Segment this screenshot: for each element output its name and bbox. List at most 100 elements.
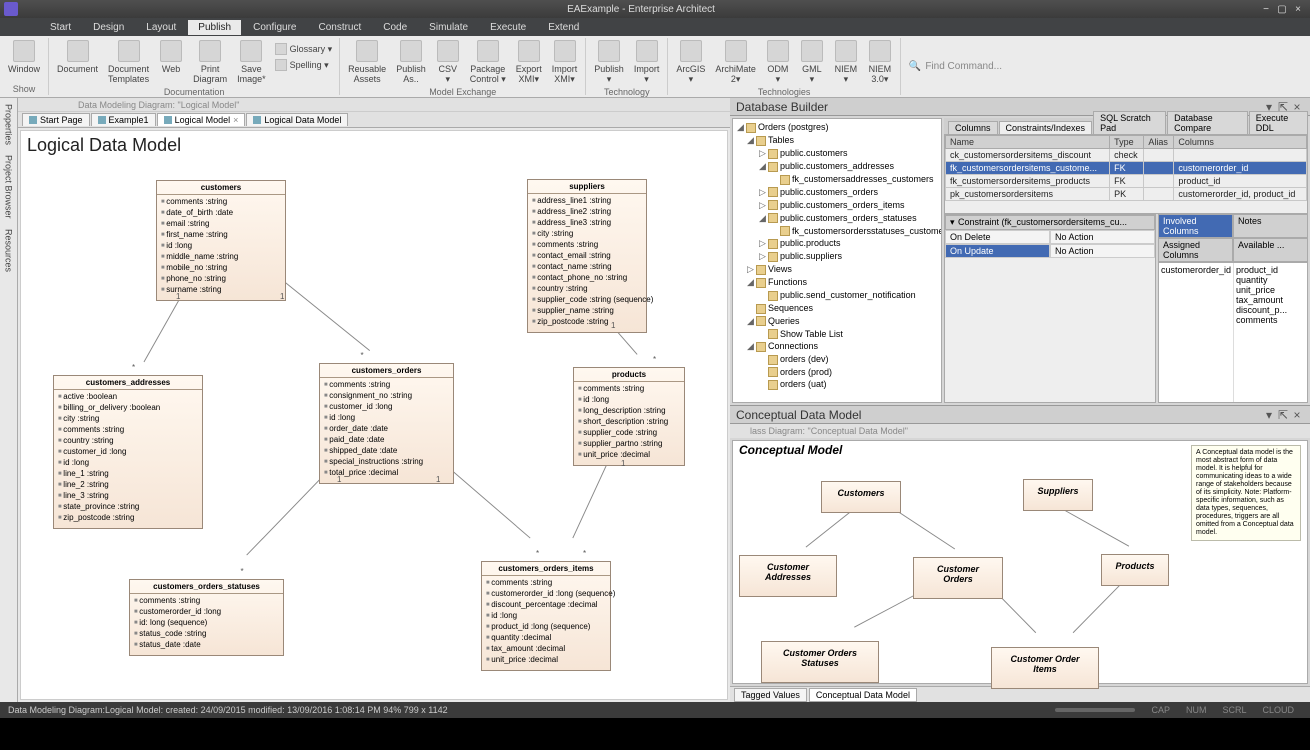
entity-suppliers[interactable]: suppliersaddress_line1 :stringaddress_li… xyxy=(527,179,647,333)
menu-configure[interactable]: Configure xyxy=(243,20,306,35)
ribbon-publishas[interactable]: Publish As.. xyxy=(392,38,430,86)
tree-item[interactable]: ◢public.customers_orders_statuses xyxy=(733,212,941,225)
grid-row[interactable]: pk_customersordersitemsPKcustomerorder_i… xyxy=(946,188,1307,201)
tree-item[interactable]: ▷public.suppliers xyxy=(733,250,941,263)
app-menu-icon[interactable] xyxy=(4,2,18,16)
ribbon-tpublish[interactable]: Publish ▾ xyxy=(590,38,628,86)
panel-close-icon[interactable]: × xyxy=(1290,408,1304,422)
entity-cos[interactable]: customers_orders_statusescomments :strin… xyxy=(129,579,284,656)
ribbon-web[interactable]: Web xyxy=(155,38,187,76)
grid-row[interactable]: fk_customersordersitems_productsFKproduc… xyxy=(946,175,1307,188)
available-columns-list[interactable]: product_idquantityunit_pricetax_amountdi… xyxy=(1234,263,1307,402)
tree-item[interactable]: ▷Views xyxy=(733,263,941,276)
db-tree[interactable]: ◢Orders (postgres)◢Tables▷public.custome… xyxy=(732,118,942,403)
entity-products[interactable]: productscomments :stringid :longlong_des… xyxy=(573,367,685,466)
tree-item[interactable]: orders (uat) xyxy=(733,378,941,391)
conceptual-entity-coi[interactable]: Customer Order Items xyxy=(991,647,1099,689)
ribbon-window[interactable]: Window xyxy=(4,38,44,76)
panel-menu-icon[interactable]: ▾ xyxy=(1262,408,1276,422)
menu-construct[interactable]: Construct xyxy=(308,20,371,35)
ribbon-doctemplates[interactable]: Document Templates xyxy=(104,38,153,86)
conceptual-entity-products[interactable]: Products xyxy=(1101,554,1169,586)
sidebar-tab-properties[interactable]: Properties xyxy=(4,102,14,147)
close-button[interactable]: × xyxy=(1290,4,1306,15)
canvas-tab[interactable]: Start Page xyxy=(22,113,90,126)
constraint-properties[interactable]: ▾Constraint (fk_customersordersitems_cu.… xyxy=(944,214,1156,403)
tree-item[interactable]: ◢Tables xyxy=(733,134,941,147)
grid-row[interactable]: ck_customersordersitems_discountcheck xyxy=(946,149,1307,162)
minimize-button[interactable]: − xyxy=(1258,4,1274,15)
conceptual-entity-suppliers[interactable]: Suppliers xyxy=(1023,479,1093,511)
involved-tab[interactable]: Notes xyxy=(1233,214,1308,238)
menu-layout[interactable]: Layout xyxy=(136,20,186,35)
grid-row[interactable]: fk_customersordersitems_custome...FKcust… xyxy=(946,162,1307,175)
canvas-tab[interactable]: Example1 xyxy=(91,113,156,126)
menu-start[interactable]: Start xyxy=(40,20,81,35)
constraint-property-row[interactable]: On DeleteNo Action xyxy=(945,230,1155,244)
canvas-tab[interactable]: Logical Data Model xyxy=(246,113,348,126)
menu-simulate[interactable]: Simulate xyxy=(419,20,478,35)
ribbon-pkgctrl[interactable]: Package Control ▾ xyxy=(466,38,510,86)
tree-item[interactable]: ◢Queries xyxy=(733,315,941,328)
ribbon-spelling[interactable]: Spelling ▾ xyxy=(272,58,336,72)
conceptual-entity-custorders[interactable]: Customer Orders xyxy=(913,557,1003,599)
ribbon-csv[interactable]: CSV ▾ xyxy=(432,38,464,86)
tree-item[interactable]: ▷public.customers xyxy=(733,147,941,160)
ribbon-glossary[interactable]: Glossary ▾ xyxy=(272,42,336,56)
menu-execute[interactable]: Execute xyxy=(480,20,536,35)
ribbon-niem3[interactable]: NIEM 3.0▾ xyxy=(864,38,896,86)
ribbon-arcgis[interactable]: ArcGIS ▾ xyxy=(672,38,709,86)
conceptual-entity-cos[interactable]: Customer Orders Statuses xyxy=(761,641,879,683)
menu-code[interactable]: Code xyxy=(373,20,417,35)
sidebar-tab-resources[interactable]: Resources xyxy=(4,227,14,274)
canvas-tab[interactable]: Logical Model× xyxy=(157,113,246,126)
sidebar-tab-project-browser[interactable]: Project Browser xyxy=(4,153,14,221)
detail-tab[interactable]: SQL Scratch Pad xyxy=(1093,111,1166,134)
entity-custorders[interactable]: customers_orderscomments :stringconsignm… xyxy=(319,363,454,484)
tree-item[interactable]: ◢Connections xyxy=(733,340,941,353)
ribbon-niem[interactable]: NIEM ▾ xyxy=(830,38,862,86)
conceptual-canvas[interactable]: Conceptual Model A Conceptual data model… xyxy=(732,440,1308,684)
detail-tab[interactable]: Constraints/Indexes xyxy=(999,121,1093,134)
tree-item[interactable]: orders (prod) xyxy=(733,366,941,379)
tree-item[interactable]: Show Table List xyxy=(733,328,941,341)
ribbon-odm[interactable]: ODM ▾ xyxy=(762,38,794,86)
find-command[interactable]: 🔍 Find Command... xyxy=(901,38,1310,95)
entity-coi[interactable]: customers_orders_itemscomments :stringcu… xyxy=(481,561,611,671)
menu-publish[interactable]: Publish xyxy=(188,20,241,35)
zoom-slider[interactable] xyxy=(1055,708,1135,712)
tree-item[interactable]: ◢Functions xyxy=(733,276,941,289)
conceptual-entity-customers[interactable]: Customers xyxy=(821,481,901,513)
detail-tab[interactable]: Columns xyxy=(948,121,998,134)
ribbon-archimate[interactable]: ArchiMate 2▾ xyxy=(711,38,760,86)
tree-item[interactable]: ▷public.customers_orders_items xyxy=(733,199,941,212)
entity-customers[interactable]: customerscomments :stringdate_of_birth :… xyxy=(156,180,286,301)
ribbon-importxmi[interactable]: Import XMI▾ xyxy=(548,38,582,86)
panel-pin-icon[interactable]: ⇱ xyxy=(1276,408,1290,422)
tree-item[interactable]: fk_customersordersstatuses_customersorde… xyxy=(733,225,941,238)
diagram-canvas[interactable]: Logical Data Model customerscomments :st… xyxy=(20,130,728,700)
conceptual-entity-custaddr[interactable]: Customer Addresses xyxy=(739,555,837,597)
menu-extend[interactable]: Extend xyxy=(538,20,589,35)
detail-tab[interactable]: Database Compare xyxy=(1167,111,1248,134)
detail-tab[interactable]: Execute DDL xyxy=(1249,111,1308,134)
menu-design[interactable]: Design xyxy=(83,20,134,35)
tree-item[interactable]: public.send_customer_notification xyxy=(733,289,941,302)
tree-item[interactable]: ◢public.customers_addresses xyxy=(733,160,941,173)
ribbon-printdiag[interactable]: Print Diagram xyxy=(189,38,231,86)
ribbon-saveimage[interactable]: Save Image* xyxy=(233,38,270,86)
ribbon-timport[interactable]: Import ▾ xyxy=(630,38,664,86)
constraint-property-row[interactable]: On UpdateNo Action xyxy=(945,244,1155,258)
maximize-button[interactable]: ▢ xyxy=(1274,4,1290,15)
tree-item[interactable]: fk_customersaddresses_customers xyxy=(733,173,941,186)
tree-item[interactable]: orders (dev) xyxy=(733,353,941,366)
conceptual-bottom-tab[interactable]: Tagged Values xyxy=(734,688,807,702)
tree-item[interactable]: ◢Orders (postgres) xyxy=(733,121,941,134)
assigned-columns-list[interactable]: customerorder_id xyxy=(1159,263,1234,402)
tree-item[interactable]: Sequences xyxy=(733,302,941,315)
conceptual-bottom-tab[interactable]: Conceptual Data Model xyxy=(809,688,917,702)
close-icon[interactable]: × xyxy=(233,115,238,125)
entity-custaddr[interactable]: customers_addressesactive :booleanbillin… xyxy=(53,375,203,529)
tree-item[interactable]: ▷public.products xyxy=(733,237,941,250)
ribbon-document[interactable]: Document xyxy=(53,38,102,76)
